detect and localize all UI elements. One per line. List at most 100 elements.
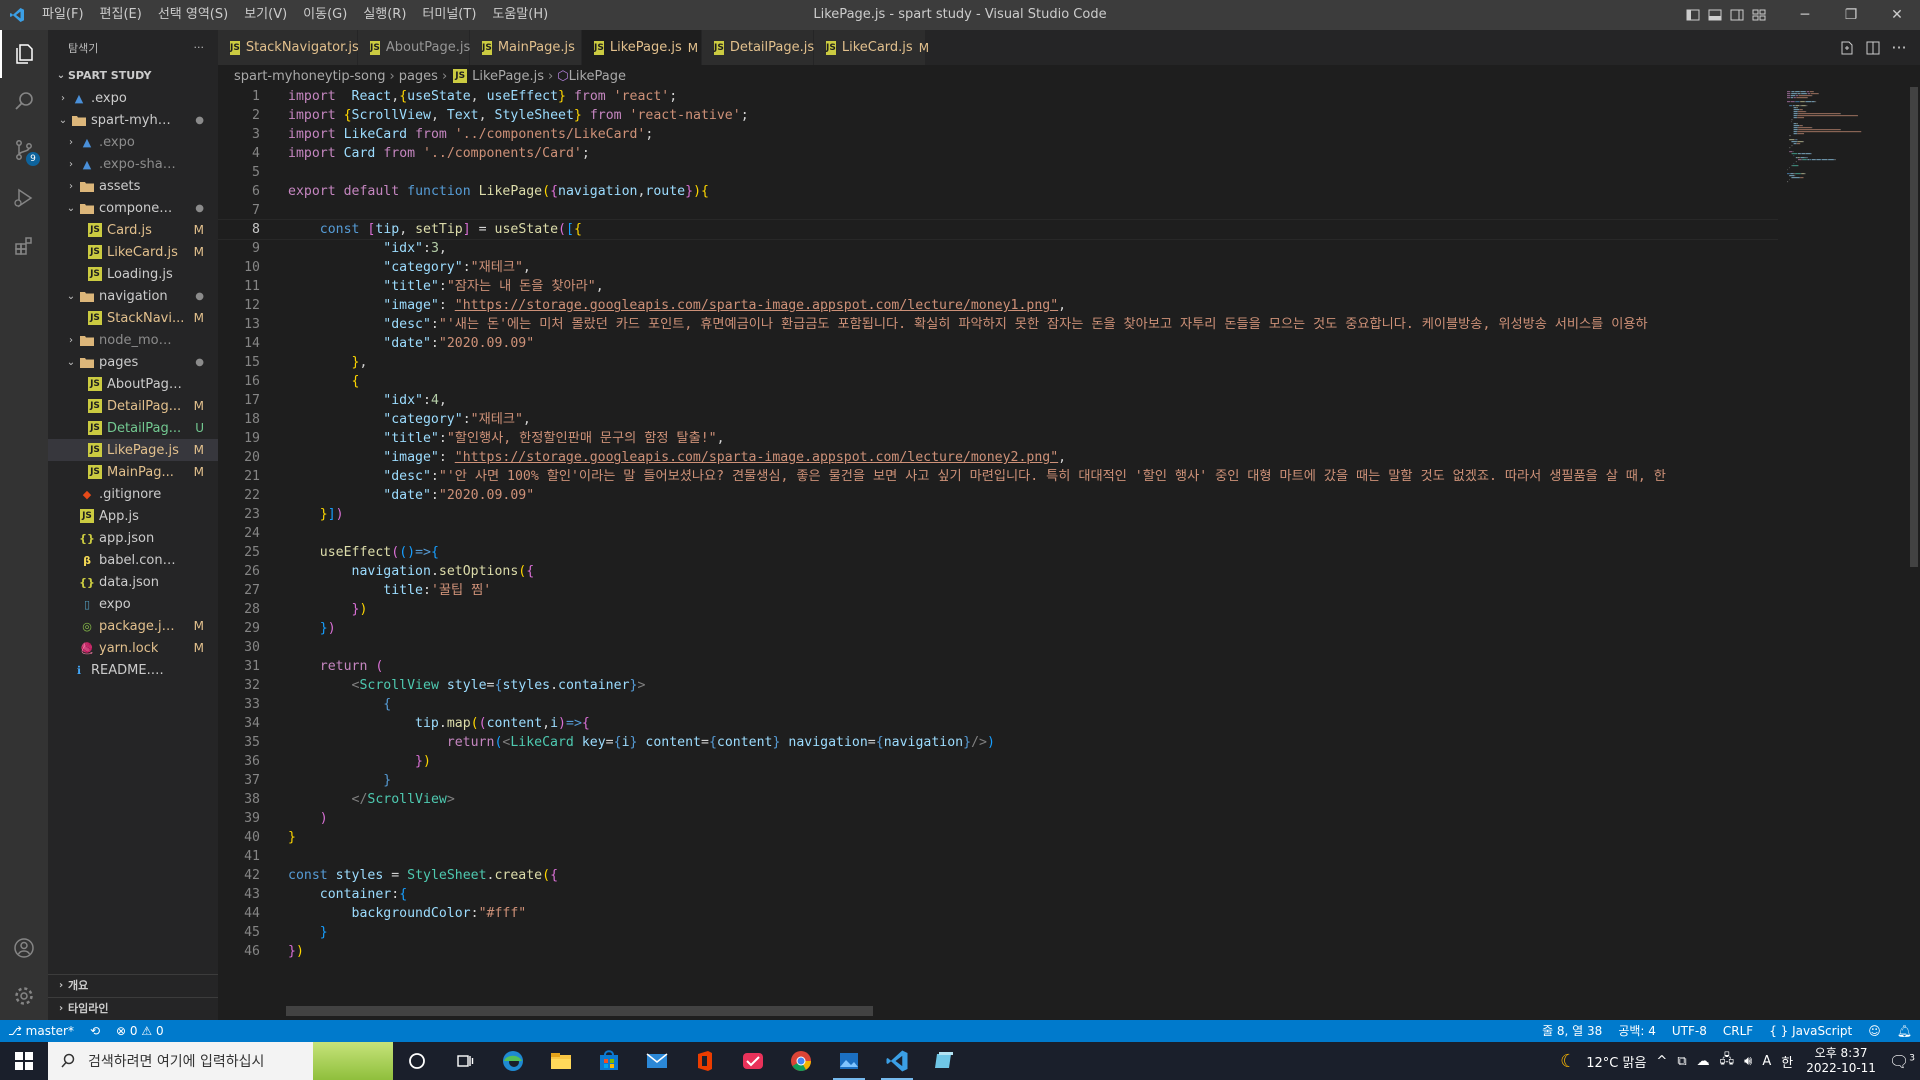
editor-tab[interactable]: JSMainPage.jsM (470, 30, 591, 65)
tree-item[interactable]: ◎ package.js... M (48, 615, 218, 637)
customize-layout-icon[interactable] (1748, 0, 1770, 30)
code-line[interactable]: 15 }, (218, 353, 1778, 372)
code-line[interactable]: 46}) (218, 942, 1778, 961)
problems-indicator[interactable]: ⊗ 0 ⚠ 0 (108, 1020, 172, 1042)
toggle-secondary-sidebar-icon[interactable] (1726, 0, 1748, 30)
code-line[interactable]: 23 }]) (218, 505, 1778, 524)
ime-korean-indicator[interactable]: 한 (1776, 1052, 1798, 1071)
code-line[interactable]: 1 import React,{useState, useEffect} from… (218, 87, 1778, 106)
code-line[interactable]: 34 tip.map((content,i)=>{ (218, 714, 1778, 733)
source-control-icon[interactable]: 9 (0, 126, 48, 174)
tree-item[interactable]: ℹ README.md (48, 659, 218, 681)
run-debug-icon[interactable] (0, 174, 48, 222)
code-line[interactable]: 16 { (218, 372, 1778, 391)
menu-item-0[interactable]: 파일(F) (34, 0, 92, 30)
code-line[interactable]: 38 </ScrollView> (218, 790, 1778, 809)
code-line[interactable]: 42 const styles = StyleSheet.create({ (218, 866, 1778, 885)
menu-item-7[interactable]: 도움말(H) (484, 0, 556, 30)
tree-item[interactable]: › ▲ .expo (48, 87, 218, 109)
encoding[interactable]: UTF-8 (1664, 1020, 1715, 1042)
code-line[interactable]: 9 "idx":3, (218, 239, 1778, 258)
branch-indicator[interactable]: ⎇ master* (0, 1020, 82, 1042)
tree-item[interactable]: JS DetailPag... M (48, 395, 218, 417)
code-editor[interactable]: 1 import React,{useState, useEffect} from… (218, 87, 1778, 1010)
code-line[interactable]: 30 (218, 638, 1778, 657)
sync-icon[interactable]: ⟲ (82, 1020, 108, 1042)
horizontal-scrollbar[interactable] (286, 1006, 873, 1016)
explorer-icon[interactable] (0, 30, 48, 78)
minimize-button[interactable]: ─ (1782, 0, 1828, 30)
code-line[interactable]: 35 return(<LikeCard key={i} content={con… (218, 733, 1778, 752)
editor-tab[interactable]: JS AboutPage.js (358, 30, 470, 65)
tree-item[interactable]: {} app.json (48, 527, 218, 549)
code-line[interactable]: 25 useEffect(()=>{ (218, 543, 1778, 562)
tree-item[interactable]: {} data.json (48, 571, 218, 593)
code-line[interactable]: 14 "date":"2020.09.09" (218, 334, 1778, 353)
code-line[interactable]: 8 const [tip, setTip] = useState([{ (218, 219, 1778, 240)
tree-item[interactable]: JS Loading.js (48, 263, 218, 285)
tree-item[interactable]: JS LikePage.js M (48, 439, 218, 461)
code-line[interactable]: 19 "title":"할인행사, 한정할인판매 문구의 함정 탈출!", (218, 429, 1778, 448)
code-line[interactable]: 12 "image": "https://storage.googleapis.… (218, 296, 1778, 315)
tray-app-icon[interactable]: ⧉ (1672, 1054, 1691, 1069)
tree-item[interactable]: › node_modules (48, 329, 218, 351)
open-changes-icon[interactable] (1834, 40, 1860, 56)
notepad-icon[interactable] (921, 1042, 969, 1080)
editor-tab[interactable]: JS LikeCard.js M (814, 30, 929, 65)
code-line[interactable]: 27 title:'꿀팁 찜' (218, 581, 1778, 600)
cortana-icon[interactable] (393, 1042, 441, 1080)
code-line[interactable]: 29 }) (218, 619, 1778, 638)
tree-item[interactable]: ⌄ spart-myho... ● (48, 109, 218, 131)
outline-section[interactable]: › 개요 (48, 974, 218, 997)
tree-item[interactable]: JS StackNavi... M (48, 307, 218, 329)
menu-item-3[interactable]: 보기(V) (236, 0, 295, 30)
kakaotalk-like-app-icon[interactable] (729, 1042, 777, 1080)
vertical-scrollbar[interactable] (1908, 87, 1920, 1010)
editor-tab[interactable]: JSLikePage.jsM✕ (582, 30, 717, 65)
mail-icon[interactable] (633, 1042, 681, 1080)
notifications-bell-icon[interactable]: 🔔︎ (1889, 1020, 1920, 1042)
tree-item[interactable]: ⌄ components ● (48, 197, 218, 219)
menu-item-4[interactable]: 이동(G) (295, 0, 355, 30)
breadcrumb-item[interactable]: spart-myhoneytip-song (234, 69, 385, 84)
task-view-icon[interactable] (441, 1042, 489, 1080)
tree-item[interactable]: JS LikeCard.js M (48, 241, 218, 263)
tree-item[interactable]: JS App.js (48, 505, 218, 527)
tree-item[interactable]: ◆ .gitignore (48, 483, 218, 505)
editor-tab[interactable]: JSDetailPage.jsM (702, 30, 831, 65)
taskbar-search-box[interactable]: 검색하려면 여기에 입력하십시 (48, 1042, 393, 1080)
split-editor-icon[interactable] (1860, 40, 1886, 56)
code-line[interactable]: 20 "image": "https://storage.googleapis.… (218, 448, 1778, 467)
code-line[interactable]: 41 (218, 847, 1778, 866)
language-mode[interactable]: { } JavaScript (1761, 1020, 1860, 1042)
tree-item[interactable]: JS Card.js M (48, 219, 218, 241)
tree-item[interactable]: JS DetailPag... U (48, 417, 218, 439)
code-line[interactable]: 22 "date":"2020.09.09" (218, 486, 1778, 505)
menu-item-6[interactable]: 터미널(T) (414, 0, 484, 30)
code-line[interactable]: 45 } (218, 923, 1778, 942)
code-line[interactable]: 40} (218, 828, 1778, 847)
photos-icon[interactable] (825, 1042, 873, 1080)
tree-item[interactable]: › ▲ .expo (48, 131, 218, 153)
weather-text[interactable]: 12°C 맑음 (1581, 1052, 1651, 1071)
code-line[interactable]: 7 (218, 201, 1778, 220)
menu-item-2[interactable]: 선택 영역(S) (150, 0, 236, 30)
menu-item-5[interactable]: 실행(R) (355, 0, 414, 30)
tray-cloud-icon[interactable]: ☁ (1692, 1054, 1715, 1069)
network-icon[interactable]: 🖧︎ (1715, 1050, 1740, 1072)
workspace-root[interactable]: ⌄ SPART STUDY (48, 65, 218, 87)
tree-item[interactable]: 🧶 yarn.lock M (48, 637, 218, 659)
close-window-button[interactable]: ✕ (1874, 0, 1920, 30)
breadcrumb-item[interactable]: pages (399, 69, 438, 84)
code-line[interactable]: 32 <ScrollView style={styles.container}> (218, 676, 1778, 695)
search-icon[interactable] (0, 78, 48, 126)
code-line[interactable]: 13 "desc":"'새는 돈'에는 미처 몰랐던 카드 포인트, 휴면예금이… (218, 315, 1778, 334)
code-line[interactable]: 28 }) (218, 600, 1778, 619)
more-actions-icon[interactable]: ··· (1886, 38, 1912, 57)
tree-item[interactable]: ▯ expo (48, 593, 218, 615)
code-line[interactable]: 31 return ( (218, 657, 1778, 676)
code-line[interactable]: 37 } (218, 771, 1778, 790)
chrome-icon[interactable] (777, 1042, 825, 1080)
edge-browser-icon[interactable] (489, 1042, 537, 1080)
code-line[interactable]: 24 (218, 524, 1778, 543)
